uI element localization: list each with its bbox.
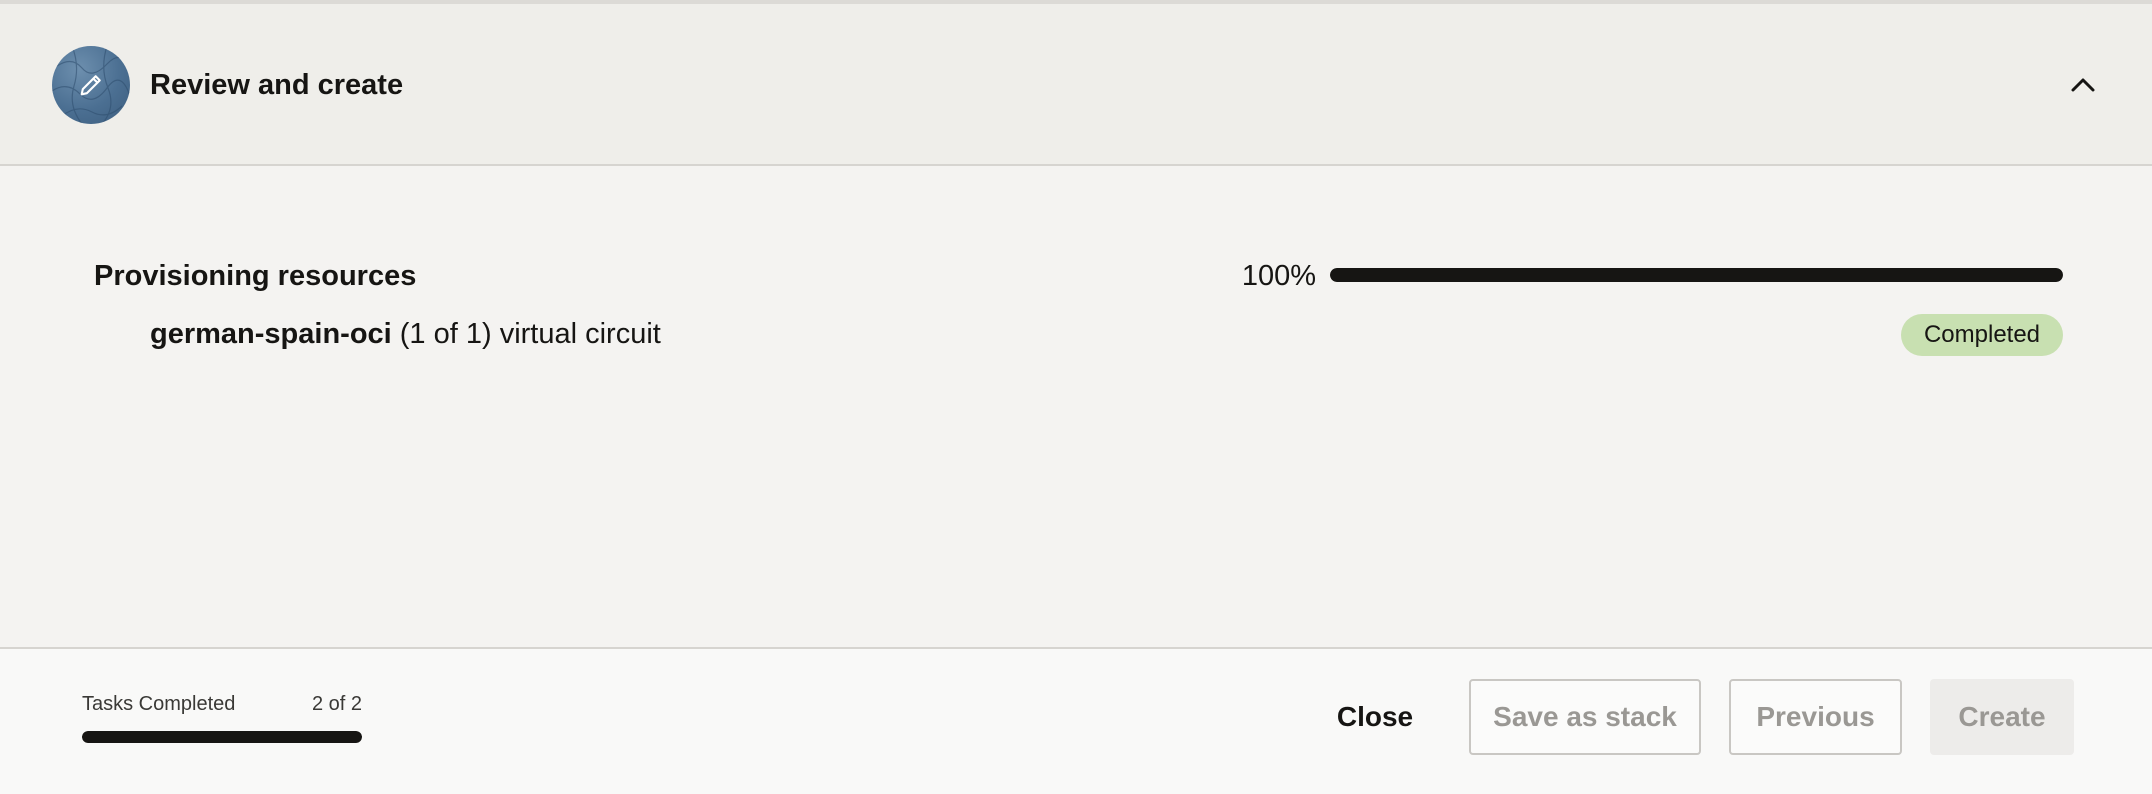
resource-row: german-spain-oci (1 of 1) virtual circui…: [150, 316, 661, 352]
provisioning-progress-fill: [1330, 268, 2063, 282]
wizard-footer: Tasks Completed 2 of 2 Close Save as sta…: [0, 647, 2152, 794]
resource-name: german-spain-oci: [150, 318, 392, 350]
provisioning-panel: Provisioning resources 100% german-spain…: [0, 168, 2152, 647]
progress-percent: 100%: [1241, 260, 1316, 292]
step-header[interactable]: Review and create: [0, 4, 2152, 166]
tasks-progress-bar: [82, 731, 362, 743]
create-button[interactable]: Create: [1930, 679, 2074, 755]
previous-button[interactable]: Previous: [1729, 679, 1902, 755]
save-as-stack-button[interactable]: Save as stack: [1469, 679, 1701, 755]
provisioning-title: Provisioning resources: [94, 260, 417, 292]
tasks-completed-label: Tasks Completed: [82, 693, 236, 715]
chevron-up-icon: [2071, 78, 2095, 92]
step-title: Review and create: [150, 69, 404, 101]
resource-detail: (1 of 1) virtual circuit: [391, 318, 661, 350]
pencil-icon: [80, 75, 101, 96]
status-badge: Completed: [1901, 314, 2063, 356]
provisioning-progress-bar: [1330, 268, 2063, 282]
close-button[interactable]: Close: [1320, 679, 1430, 755]
step-avatar: [52, 46, 130, 124]
collapse-button[interactable]: [2066, 68, 2100, 102]
tasks-completed-count: 2 of 2: [311, 693, 362, 715]
tasks-progress-fill: [82, 731, 362, 743]
